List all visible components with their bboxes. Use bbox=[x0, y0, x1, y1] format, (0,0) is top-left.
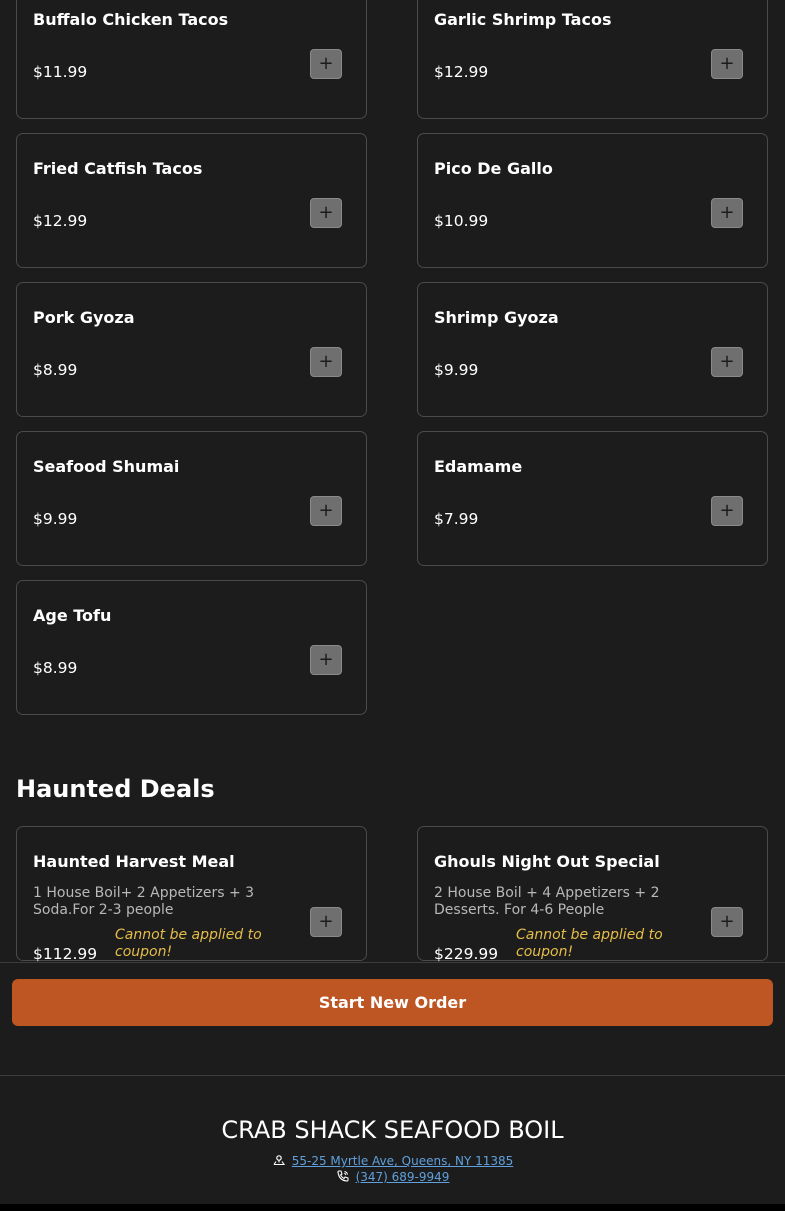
add-to-cart-button[interactable]: + bbox=[310, 49, 342, 79]
item-price: $12.99 bbox=[434, 63, 489, 81]
footer: CRAB SHACK SEAFOOD BOIL 55-25 Myrtle Ave… bbox=[0, 1075, 785, 1204]
menu-item-card[interactable]: Garlic Shrimp Tacos $12.99 + bbox=[417, 0, 768, 119]
item-price: $9.99 bbox=[434, 361, 479, 379]
item-price: $10.99 bbox=[434, 212, 489, 230]
item-name: Pork Gyoza bbox=[33, 308, 135, 327]
add-to-cart-button[interactable]: + bbox=[711, 347, 743, 377]
item-price: $8.99 bbox=[33, 659, 78, 677]
item-price: $11.99 bbox=[33, 63, 88, 81]
address-link[interactable]: 55-25 Myrtle Ave, Queens, NY 11385 bbox=[292, 1154, 514, 1168]
item-name: Age Tofu bbox=[33, 606, 112, 625]
add-to-cart-button[interactable]: + bbox=[310, 496, 342, 526]
menu-item-card[interactable]: Fried Catfish Tacos $12.99 + bbox=[16, 133, 367, 268]
add-to-cart-button[interactable]: + bbox=[711, 198, 743, 228]
item-name: Edamame bbox=[434, 457, 523, 476]
item-name: Garlic Shrimp Tacos bbox=[434, 10, 612, 29]
add-to-cart-button[interactable]: + bbox=[711, 907, 743, 937]
menu-item-card[interactable]: Shrimp Gyoza $9.99 + bbox=[417, 282, 768, 417]
item-price: $7.99 bbox=[434, 510, 479, 528]
menu-item-card[interactable]: Pico De Gallo $10.99 + bbox=[417, 133, 768, 268]
deal-card[interactable]: Haunted Harvest Meal 1 House Boil+ 2 App… bbox=[16, 826, 367, 963]
brand-name: CRAB SHACK SEAFOOD BOIL bbox=[221, 1116, 564, 1144]
menu-item-card[interactable]: Buffalo Chicken Tacos $11.99 + bbox=[16, 0, 367, 119]
deal-price: $229.99 bbox=[434, 945, 499, 963]
item-price: $12.99 bbox=[33, 212, 88, 230]
menu-item-card[interactable]: Age Tofu $8.99 + bbox=[16, 580, 367, 715]
deal-name: Ghouls Night Out Special bbox=[434, 852, 660, 871]
add-to-cart-button[interactable]: + bbox=[310, 645, 342, 675]
menu-item-card[interactable]: Edamame $7.99 + bbox=[417, 431, 768, 566]
phone-line: (347) 689-9949 bbox=[0, 1169, 785, 1186]
address-line: 55-25 Myrtle Ave, Queens, NY 11385 bbox=[0, 1153, 785, 1170]
section-title-haunted-deals: Haunted Deals bbox=[16, 775, 215, 803]
add-to-cart-button[interactable]: + bbox=[711, 496, 743, 526]
item-price: $8.99 bbox=[33, 361, 78, 379]
bottom-strip bbox=[0, 1204, 785, 1211]
deal-description: 2 House Boil + 4 Appetizers + 2 Desserts… bbox=[434, 885, 660, 918]
start-new-order-button[interactable]: Start New Order bbox=[12, 979, 773, 1026]
menu-item-card[interactable]: Pork Gyoza $8.99 + bbox=[16, 282, 367, 417]
coupon-warning: Cannot be applied to coupon! bbox=[516, 927, 663, 960]
item-name: Buffalo Chicken Tacos bbox=[33, 10, 229, 29]
phone-link[interactable]: (347) 689-9949 bbox=[356, 1170, 450, 1184]
deal-price: $112.99 bbox=[33, 945, 98, 963]
item-name: Fried Catfish Tacos bbox=[33, 159, 203, 178]
deal-name: Haunted Harvest Meal bbox=[33, 852, 235, 871]
item-name: Seafood Shumai bbox=[33, 457, 180, 476]
phone-icon bbox=[336, 1169, 350, 1186]
item-price: $9.99 bbox=[33, 510, 78, 528]
menu-item-card[interactable]: Seafood Shumai $9.99 + bbox=[16, 431, 367, 566]
add-to-cart-button[interactable]: + bbox=[310, 198, 342, 228]
deal-description: 1 House Boil+ 2 Appetizers + 3 Soda.For … bbox=[33, 885, 255, 918]
deal-card[interactable]: Ghouls Night Out Special 2 House Boil + … bbox=[417, 826, 768, 963]
location-icon bbox=[272, 1153, 286, 1170]
add-to-cart-button[interactable]: + bbox=[310, 347, 342, 377]
add-to-cart-button[interactable]: + bbox=[310, 907, 342, 937]
coupon-warning: Cannot be applied to coupon! bbox=[115, 927, 262, 960]
item-name: Shrimp Gyoza bbox=[434, 308, 559, 327]
add-to-cart-button[interactable]: + bbox=[711, 49, 743, 79]
item-name: Pico De Gallo bbox=[434, 159, 553, 178]
order-bar: Start New Order bbox=[0, 962, 785, 1075]
